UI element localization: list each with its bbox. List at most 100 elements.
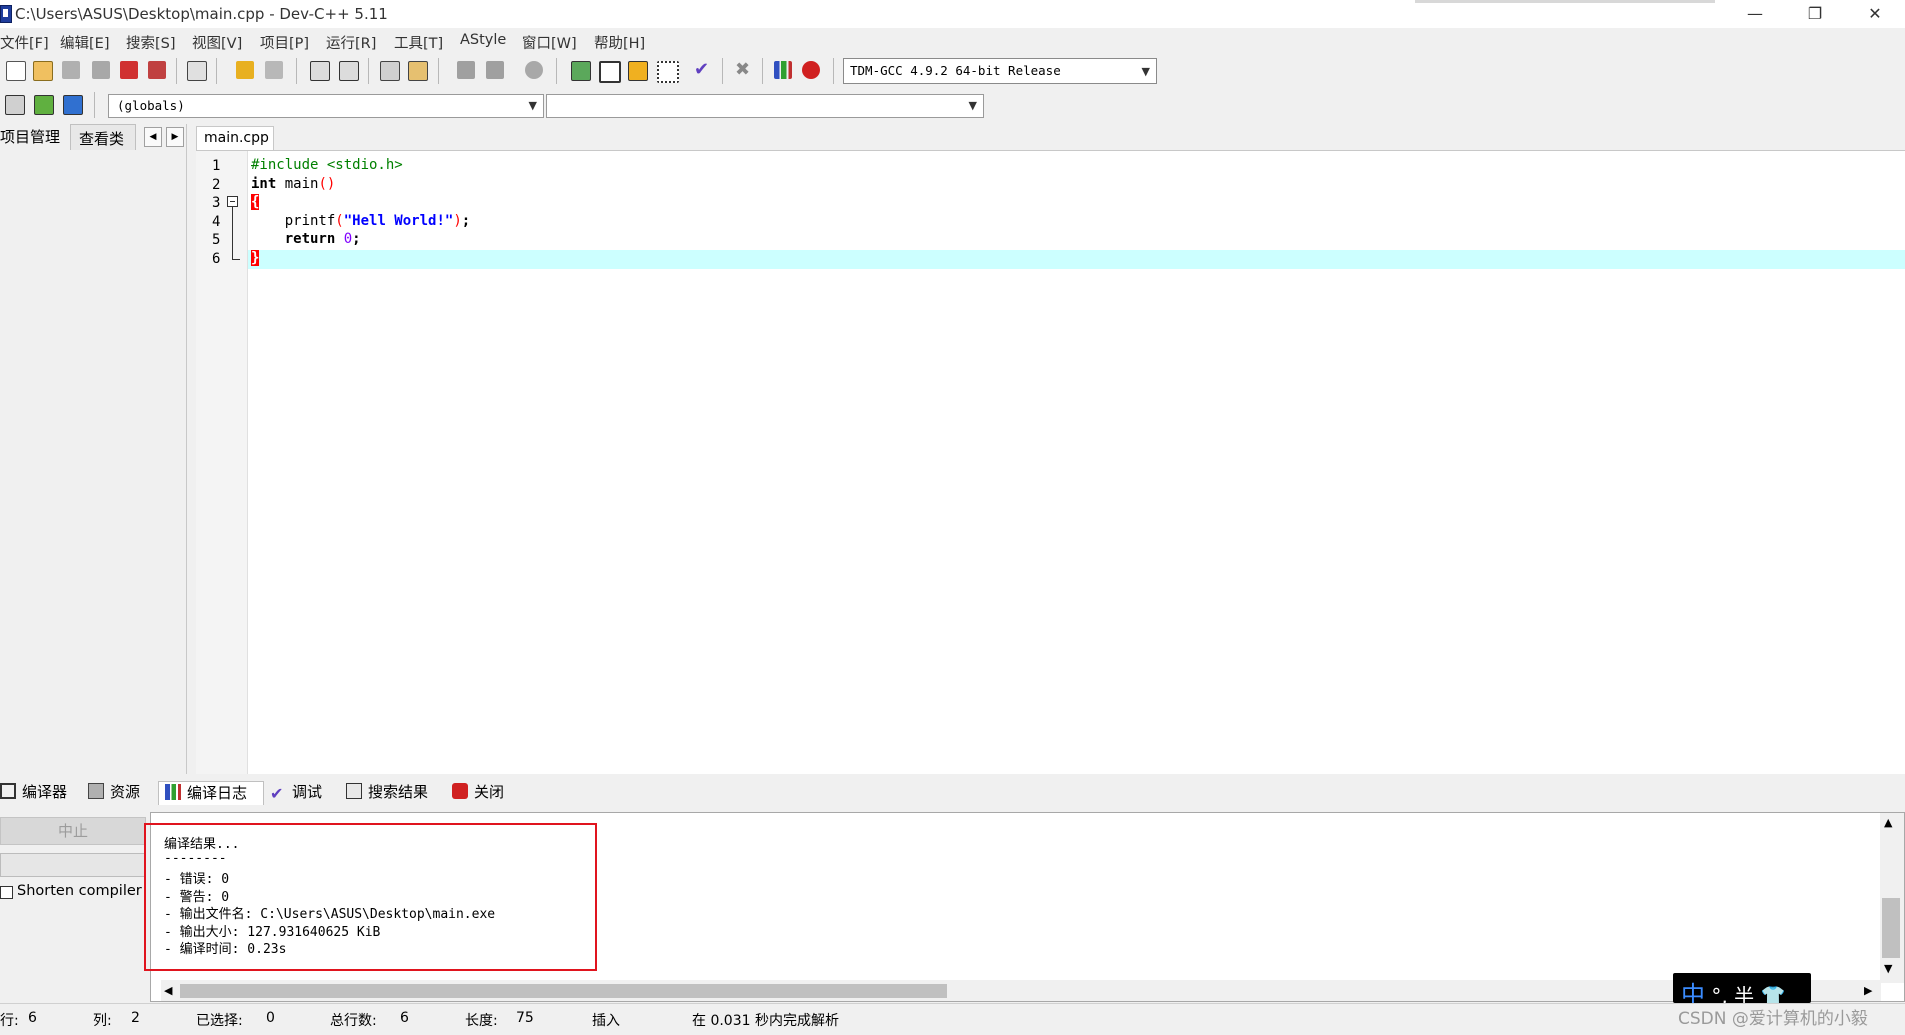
bookmark-toggle-icon[interactable]: [63, 95, 83, 115]
check-syntax-icon[interactable]: ✔: [694, 61, 712, 79]
debug-icon[interactable]: [802, 61, 820, 79]
toolbar-separator: [296, 58, 297, 84]
toolbar-separator: [438, 58, 439, 84]
abort-button[interactable]: 中止: [0, 817, 146, 845]
toggle-comment-icon[interactable]: [525, 61, 543, 79]
menu-edit[interactable]: 编辑[E]: [60, 32, 109, 53]
vertical-scroll-thumb[interactable]: [1882, 898, 1900, 958]
close-all-icon[interactable]: [148, 61, 166, 79]
csdn-watermark: CSDN @爱计算机的小毅: [1678, 1009, 1868, 1029]
status-parse-message: 在 0.031 秒内完成解析: [692, 1013, 839, 1029]
scroll-left-arrow[interactable]: ◀: [164, 984, 172, 997]
check-icon: ✔: [270, 784, 284, 803]
line-number: 5: [212, 232, 221, 248]
code-line-2: int main(): [251, 176, 335, 192]
indent-icon[interactable]: [457, 61, 475, 79]
tab-close[interactable]: 关闭: [452, 781, 504, 805]
fold-guide-end: [232, 259, 240, 260]
delete-icon[interactable]: ✖: [735, 61, 753, 79]
tab-class-browser[interactable]: 查看类: [70, 124, 136, 150]
tab-debug[interactable]: ✔ 调试: [270, 781, 322, 805]
chart-icon[interactable]: [774, 61, 792, 79]
bookmark-icon[interactable]: [408, 61, 428, 81]
code-editor[interactable]: [196, 150, 1905, 774]
save-all-icon[interactable]: [92, 61, 110, 79]
shorten-paths-checkbox[interactable]: [0, 886, 13, 899]
chevron-down-icon: ▼: [968, 99, 977, 112]
preprocessor-directive: #include <stdio.h>: [251, 157, 403, 173]
minimize-button[interactable]: —: [1725, 0, 1785, 28]
save-icon[interactable]: [62, 61, 80, 79]
menu-window[interactable]: 窗口[W]: [522, 32, 577, 53]
menu-search[interactable]: 搜索[S]: [126, 32, 176, 53]
undo-icon[interactable]: [236, 61, 254, 79]
close-icon: [452, 783, 468, 799]
fullscreen-icon[interactable]: [628, 61, 648, 81]
find-icon[interactable]: [310, 61, 330, 81]
scroll-right-arrow[interactable]: ▶: [1864, 984, 1872, 997]
toolbar-separator: [556, 58, 557, 84]
menu-view[interactable]: 视图[V]: [192, 32, 242, 53]
redo-icon[interactable]: [265, 61, 283, 79]
scroll-down-arrow[interactable]: ▼: [1884, 962, 1892, 975]
menu-help[interactable]: 帮助[H]: [594, 32, 645, 53]
chevron-down-icon: ▼: [528, 99, 537, 112]
tab-scroll-right-button[interactable]: ▶: [166, 127, 184, 147]
goto-line-icon[interactable]: [380, 61, 400, 81]
tab-project-manager[interactable]: 项目管理: [0, 126, 60, 147]
tab-label: 搜索结果: [368, 783, 429, 801]
status-bar: [0, 1003, 1905, 1035]
restore-button[interactable]: ❐: [1785, 0, 1845, 28]
tab-label: 调试: [292, 783, 323, 801]
members-select[interactable]: ▼: [546, 94, 984, 118]
compile-progress-bar: [0, 853, 146, 877]
project-new-icon[interactable]: [571, 61, 591, 81]
insert-icon[interactable]: [5, 95, 25, 115]
horizontal-scroll-thumb[interactable]: [180, 984, 947, 998]
status-selection-value: 0: [266, 1010, 275, 1026]
chart-icon: [165, 784, 181, 800]
scroll-up-arrow[interactable]: ▲: [1884, 816, 1892, 829]
tab-label: 资源: [110, 783, 141, 801]
editor-tab-main-cpp[interactable]: main.cpp: [196, 126, 274, 150]
status-total-lines-label: 总行数:: [330, 1013, 377, 1029]
window-title: C:\Users\ASUS\Desktop\main.cpp - Dev-C++…: [15, 5, 388, 23]
number-literal: 0: [343, 231, 353, 247]
fold-collapse-icon[interactable]: [227, 196, 238, 207]
tab-scroll-left-button[interactable]: ◀: [144, 127, 162, 147]
status-col-label: 列:: [93, 1013, 112, 1029]
new-file-icon[interactable]: [6, 61, 26, 81]
menu-file[interactable]: 文件[F]: [0, 32, 49, 53]
tab-resources[interactable]: 资源: [88, 781, 140, 805]
tab-compiler[interactable]: 编译器: [0, 781, 67, 805]
tab-compile-log[interactable]: 编译日志: [158, 781, 264, 805]
toolbar-separator: [762, 58, 763, 84]
devcpp-app-icon: [0, 5, 12, 23]
status-insert-mode: 插入: [592, 1013, 620, 1029]
tab-search-results[interactable]: 搜索结果: [346, 781, 428, 805]
open-file-icon[interactable]: [33, 61, 53, 81]
brace-match-open: {: [251, 194, 260, 210]
status-col-value: 2: [131, 1010, 140, 1026]
menu-project[interactable]: 项目[P]: [260, 32, 309, 53]
ime-toolbar[interactable]: 中 °, 半 👕: [1673, 973, 1811, 1009]
close-file-icon[interactable]: [120, 61, 138, 79]
menu-astyle[interactable]: AStyle: [460, 32, 506, 48]
replace-icon[interactable]: [339, 61, 359, 81]
status-row-value: 6: [28, 1010, 37, 1026]
status-selection-label: 已选择:: [196, 1013, 243, 1029]
compiler-select[interactable]: TDM-GCC 4.9.2 64-bit Release ▼: [843, 58, 1157, 84]
project-tree[interactable]: [0, 150, 186, 774]
unindent-icon[interactable]: [486, 61, 504, 79]
menu-run[interactable]: 运行[R]: [326, 32, 376, 53]
menu-tools[interactable]: 工具[T]: [394, 32, 443, 53]
close-window-button[interactable]: ✕: [1845, 0, 1905, 28]
window-icon[interactable]: [599, 61, 621, 83]
print-icon[interactable]: [187, 61, 207, 81]
grid-icon[interactable]: [657, 61, 679, 83]
scope-select[interactable]: (globals) ▼: [108, 94, 544, 118]
goto-icon[interactable]: [34, 95, 54, 115]
